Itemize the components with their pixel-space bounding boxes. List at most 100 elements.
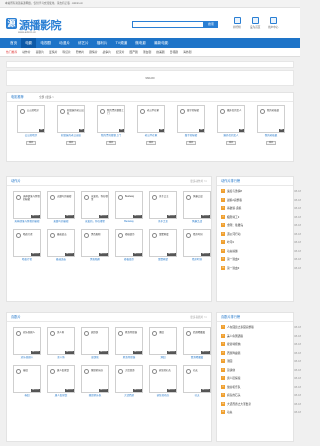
movie-title-link[interactable]: 嫂子的秘密 <box>177 134 205 140</box>
subnav-item[interactable]: 港台剧 <box>143 50 151 54</box>
movie-card[interactable]: 唐人街探案 HD中字 唐人街探案 <box>47 365 75 400</box>
movie-title-link[interactable]: 无脚鸟的秘密 <box>47 220 75 226</box>
nav-item[interactable]: 最新电影 <box>150 38 172 48</box>
movie-poster[interactable]: 猎杀时刻 HD中字 <box>183 229 211 257</box>
movie-poster[interactable]: 无脚鸟的秘密 HD中字 <box>47 191 75 219</box>
movie-poster[interactable]: 天神部落与梦想的秘密 HD中字 <box>13 191 41 219</box>
movie-title-link[interactable]: 泰囧 <box>13 394 41 400</box>
ranking-title-link[interactable]: 功夫 <box>227 411 232 414</box>
play-button[interactable]: 播放 <box>186 141 196 145</box>
ranking-title-link[interactable]: 第一滴血2 <box>227 258 239 261</box>
ranking-title-link[interactable]: 功夫瑜伽 <box>227 250 238 253</box>
movie-title-link[interactable]: 天神部落与梦想的秘密 <box>13 220 41 226</box>
nav-item[interactable]: 首页 <box>6 38 21 48</box>
movie-poster[interactable]: 老公不在家 HD <box>137 105 165 133</box>
ranking-item[interactable]: 2 战狼2完整版 08-18 <box>221 197 301 206</box>
movie-poster[interactable]: 好姐妹的老公出轨 HD <box>57 105 85 133</box>
movie-poster[interactable]: 公公的暗示 HD <box>17 105 45 133</box>
movie-poster[interactable]: 疯狂的石头 HD中字 <box>149 365 177 393</box>
movie-poster[interactable]: 风暴之战 HD中字 <box>183 191 211 219</box>
movie-poster[interactable]: Bestway HD中字 <box>115 191 143 219</box>
ranking-title-link[interactable]: 第一滴血3 <box>227 267 239 270</box>
subnav-item[interactable]: 国产剧 <box>129 50 137 54</box>
nav-item[interactable]: 福利片 <box>93 38 112 48</box>
movie-poster[interactable]: 夏洛特烦恼 HD中字 <box>115 327 143 355</box>
nav-item[interactable]: 电视剧 <box>36 38 55 48</box>
ranking-item[interactable]: 6 煎饼侠 08-18 <box>221 367 301 376</box>
ranking-title-link[interactable]: 大话西游之大圣娶亲 <box>227 403 251 406</box>
movie-card[interactable]: Bestway HD中字 Bestway <box>115 191 143 226</box>
play-button[interactable]: 播放 <box>266 141 276 145</box>
subnav-item[interactable]: 科幻片 <box>62 50 70 54</box>
movie-poster[interactable]: 泰囧 HD中字 <box>13 365 41 393</box>
more-link[interactable]: 更多喜剧片 >> <box>190 313 207 322</box>
movie-card[interactable]: 缝纫机乐队 HD中字 缝纫机乐队 <box>81 365 109 400</box>
movie-title-link[interactable]: 大话西游 <box>115 394 143 400</box>
subnav-item[interactable]: 爱情片 <box>49 50 57 54</box>
movie-title-link[interactable]: 煎饼侠 <box>81 356 109 362</box>
ranking-item[interactable]: 3 杀破狼·贪狼 08-18 <box>221 205 301 214</box>
play-button[interactable]: 播放 <box>146 141 156 145</box>
movie-title-link[interactable]: 我的漂亮婆婆上门 <box>97 134 125 140</box>
search-button[interactable]: 搜索 <box>204 21 218 28</box>
ranking-item[interactable]: 1 人在囧途之泰囧完整版 08-18 <box>221 324 301 333</box>
ranking-title-link[interactable]: 美人鱼国语版 <box>227 335 243 338</box>
movie-poster[interactable]: 我的漂亮婆婆上门 HD <box>97 105 125 133</box>
movie-title-link[interactable]: 猎杀时刻 <box>183 258 211 264</box>
movie-card[interactable]: 泰囧 HD中字 泰囧 <box>13 365 41 400</box>
ranking-title-link[interactable]: 缝纫机乐队 <box>227 386 240 389</box>
ranking-item[interactable]: 4 极限特工3 08-18 <box>221 214 301 223</box>
ranking-title-link[interactable]: 速度与激情8 <box>227 190 242 193</box>
movie-poster[interactable]: 嫂子的秘密 HD <box>177 105 205 133</box>
ranking-item[interactable]: 8 功夫瑜伽 08-18 <box>221 248 301 257</box>
movie-card[interactable]: 欢乐喜剧人 HD中字 欢乐喜剧人 <box>13 327 41 362</box>
movie-card[interactable]: 大话西游 HD中字 大话西游 <box>115 365 143 400</box>
movie-poster[interactable]: 唐人街探案 HD中字 <box>47 365 75 393</box>
movie-card[interactable]: 夏洛特烦恼 HD中字 夏洛特烦恼 <box>115 327 143 362</box>
movie-title-link[interactable]: Bestway <box>115 220 143 226</box>
movie-card[interactable]: 终极使命 HD中字 终极使命 <box>115 229 143 264</box>
movie-title-link[interactable]: 杀手之王 <box>149 220 177 226</box>
play-button[interactable]: 播放 <box>66 141 76 145</box>
ranking-item[interactable]: 10 大话西游之大圣娶亲 08-18 <box>221 401 301 410</box>
movie-poster[interactable]: 雷霆救援 HD中字 <box>149 229 177 257</box>
movie-card[interactable]: 老公不在家 HD 老公不在家 播放 <box>137 105 165 145</box>
movie-card[interactable]: 煎饼侠 HD中字 煎饼侠 <box>81 327 109 362</box>
movie-title-link[interactable]: 功夫 <box>183 394 211 400</box>
ranking-item[interactable]: 2 美人鱼国语版 08-18 <box>221 333 301 342</box>
ranking-item[interactable]: 9 第一滴血2 08-18 <box>221 256 301 265</box>
movie-card[interactable]: 风暴之战 HD中字 风暴之战 <box>183 191 211 226</box>
movie-card[interactable]: 暗夜行者 HD中字 暗夜行者 <box>13 229 41 264</box>
movie-title-link[interactable]: 暗夜行者 <box>13 258 41 264</box>
movie-title-link[interactable]: 好姐妹的老公出轨 <box>57 134 85 140</box>
subnav-item[interactable]: 喜剧片 <box>36 50 44 54</box>
movie-poster[interactable]: 大话西游 HD中字 <box>115 365 143 393</box>
ranking-title-link[interactable]: 杀破狼·贪狼 <box>227 207 241 210</box>
movie-card[interactable]: 极速追击 HD中字 极速追击 <box>47 229 75 264</box>
movie-card[interactable]: 我的老板娘 HD 我的老板娘 播放 <box>257 105 285 145</box>
more-link[interactable]: 更多动作片 >> <box>190 177 207 186</box>
ad-banner[interactable]: 960x60 <box>6 70 294 86</box>
movie-title-link[interactable]: 欢乐喜剧人 <box>13 356 41 362</box>
movie-title-link[interactable]: 美人鱼 <box>47 356 75 362</box>
movie-poster[interactable]: 西游降魔篇 HD中字 <box>183 327 211 355</box>
header-link-ranking[interactable]: 排行榜 <box>232 17 242 29</box>
subnav-item[interactable]: 战争片 <box>103 50 111 54</box>
movie-poster[interactable]: 功夫 HD中字 <box>183 365 211 393</box>
section-filter[interactable]: 全部 | 更多 > <box>39 93 54 102</box>
search-input[interactable] <box>132 21 204 28</box>
subnav-item[interactable]: 恐怖片 <box>76 50 84 54</box>
movie-poster[interactable]: 暗夜行者 HD中字 <box>13 229 41 257</box>
ranking-item[interactable]: 7 唐人街探案 08-18 <box>221 375 301 384</box>
movie-card[interactable]: 婚外恋的女人 HD 婚外恋的女人 播放 <box>217 105 245 145</box>
subnav-item[interactable]: 海外剧 <box>183 50 191 54</box>
play-button[interactable]: 播放 <box>26 141 36 145</box>
movie-title-link[interactable]: 终极使命 <box>115 258 143 264</box>
movie-card[interactable]: 杀手之王 HD中字 杀手之王 <box>149 191 177 226</box>
nav-item[interactable]: 微电影 <box>131 38 150 48</box>
movie-poster[interactable]: 婚外恋的女人 HD <box>217 105 245 133</box>
movie-card[interactable]: 亲爱的，你在哪里 HD中字 亲爱的，你在哪里 <box>81 191 109 226</box>
ranking-item[interactable]: 6 湄公河行动 08-18 <box>221 231 301 240</box>
movie-poster[interactable]: 缝纫机乐队 HD中字 <box>81 365 109 393</box>
movie-poster[interactable]: 美人鱼 HD中字 <box>47 327 75 355</box>
